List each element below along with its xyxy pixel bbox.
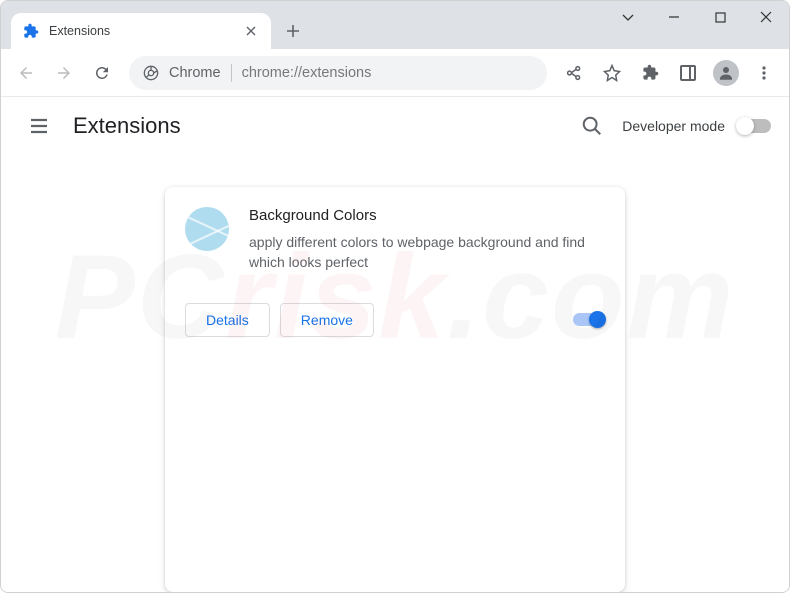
- bookmark-star-icon[interactable]: [595, 56, 629, 90]
- extension-name: Background Colors: [249, 207, 605, 224]
- page-title: Extensions: [73, 113, 574, 139]
- close-window-button[interactable]: [743, 1, 789, 33]
- reload-button[interactable]: [85, 56, 119, 90]
- page-header: Extensions Developer mode: [1, 97, 789, 155]
- extension-enable-toggle[interactable]: [573, 313, 605, 326]
- developer-mode-label: Developer mode: [622, 118, 725, 134]
- omnibox-url: chrome://extensions: [242, 65, 372, 81]
- search-icon[interactable]: [574, 108, 610, 144]
- profile-avatar[interactable]: [709, 56, 743, 90]
- extension-app-icon: [185, 207, 229, 251]
- browser-tab[interactable]: Extensions: [11, 13, 271, 49]
- new-tab-button[interactable]: [279, 17, 307, 45]
- details-button[interactable]: Details: [185, 303, 270, 337]
- chrome-icon: [143, 65, 159, 81]
- extension-card: Background Colors apply different colors…: [165, 187, 625, 592]
- share-icon[interactable]: [557, 56, 591, 90]
- browser-toolbar: Chrome chrome://extensions: [1, 49, 789, 97]
- tab-search-icon[interactable]: [605, 1, 651, 33]
- omnibox-prefix: Chrome: [169, 65, 221, 81]
- window-titlebar: Extensions: [1, 1, 789, 49]
- forward-button[interactable]: [47, 56, 81, 90]
- extension-description: apply different colors to webpage backgr…: [249, 232, 605, 273]
- developer-mode-toggle[interactable]: [737, 119, 771, 133]
- hamburger-menu-icon[interactable]: [19, 106, 59, 146]
- maximize-button[interactable]: [697, 1, 743, 33]
- extensions-content: Background Colors apply different colors…: [1, 155, 789, 592]
- close-tab-icon[interactable]: [243, 23, 259, 39]
- extension-puzzle-icon: [23, 23, 39, 39]
- address-bar[interactable]: Chrome chrome://extensions: [129, 56, 547, 90]
- remove-button[interactable]: Remove: [280, 303, 374, 337]
- back-button[interactable]: [9, 56, 43, 90]
- kebab-menu-icon[interactable]: [747, 56, 781, 90]
- minimize-button[interactable]: [651, 1, 697, 33]
- tab-title: Extensions: [49, 24, 233, 38]
- sidepanel-icon[interactable]: [671, 56, 705, 90]
- extensions-puzzle-icon[interactable]: [633, 56, 667, 90]
- omnibox-divider: [231, 64, 232, 82]
